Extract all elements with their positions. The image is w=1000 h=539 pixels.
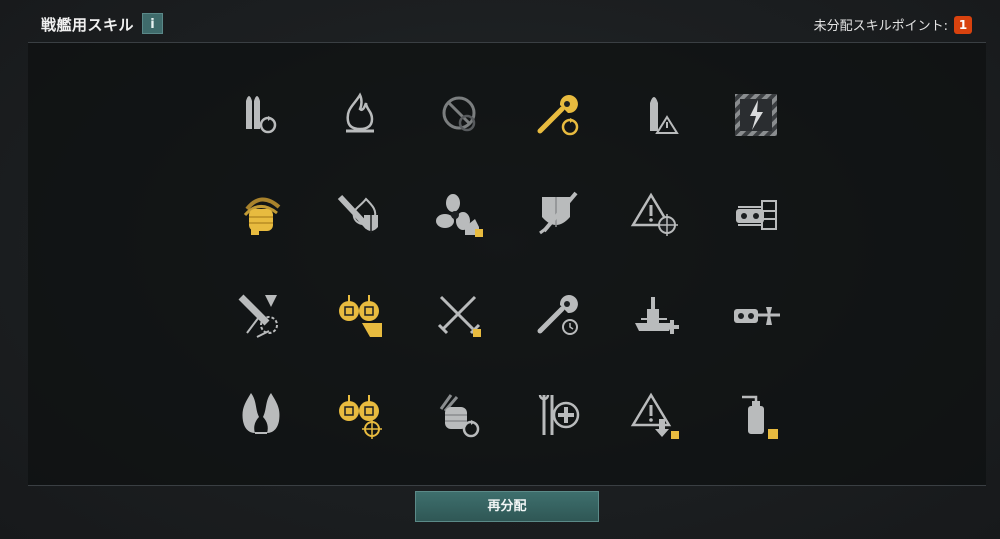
skill-points-badge: 1 xyxy=(954,15,972,34)
grenade-throw-icon xyxy=(243,197,280,235)
info-button[interactable]: i xyxy=(142,13,163,34)
page-title: 戦艦用スキル xyxy=(41,16,135,34)
skill-slot[interactable] xyxy=(211,265,310,365)
turret-armor-icon xyxy=(735,200,777,230)
skill-slot[interactable] xyxy=(310,165,409,265)
fire-icon xyxy=(345,92,374,133)
grenade-reload-icon xyxy=(439,394,479,438)
no-entry-icon xyxy=(442,96,475,132)
header: 戦艦用スキル i 未分配スキルポイント: 1 xyxy=(0,0,1000,44)
skill-points-label: 未分配スキルポイント: xyxy=(813,19,948,34)
skill-slot[interactable] xyxy=(607,265,706,365)
battleship-heal-icon xyxy=(634,297,679,334)
shield-sword-icon xyxy=(538,191,578,235)
extinguisher-icon xyxy=(741,395,778,439)
reset-skills-button[interactable]: 再分配 xyxy=(415,491,599,522)
skill-slot[interactable] xyxy=(508,365,607,465)
skills-screen: 戦艦用スキル i 未分配スキルポイント: 1 再分配 xyxy=(0,0,1000,539)
secondary-guns-icon xyxy=(338,295,382,337)
secondary-guns-crosshair-icon xyxy=(338,395,382,439)
skill-slot[interactable] xyxy=(508,165,607,265)
shell-warning-icon xyxy=(649,97,679,134)
turret-aircraft-icon xyxy=(733,307,780,325)
fire-flames-icon xyxy=(241,393,280,434)
skill-slot[interactable] xyxy=(310,365,409,465)
crossed-swords-icon xyxy=(437,295,481,337)
wrench-repair-icon xyxy=(537,95,578,136)
skill-slot[interactable] xyxy=(607,365,706,465)
skill-slot[interactable] xyxy=(706,165,805,265)
skill-slot[interactable] xyxy=(211,365,310,465)
skill-slot[interactable] xyxy=(508,265,607,365)
skill-slot[interactable] xyxy=(409,165,508,265)
propeller-icon xyxy=(435,194,483,237)
skill-slot[interactable] xyxy=(706,365,805,465)
skill-slot[interactable] xyxy=(409,365,508,465)
skill-slot[interactable] xyxy=(211,165,310,265)
warning-crosshair-icon xyxy=(630,192,678,236)
skill-slot[interactable] xyxy=(607,165,706,265)
skill-slot[interactable] xyxy=(409,265,508,365)
shells-reload-icon xyxy=(245,96,276,134)
skill-slot[interactable] xyxy=(310,65,409,165)
skill-slot[interactable] xyxy=(706,65,805,165)
shell-fire-shield-icon xyxy=(337,194,378,233)
wrench-timer-icon xyxy=(537,295,578,335)
skill-slot[interactable] xyxy=(211,65,310,165)
skill-slot[interactable] xyxy=(310,265,409,365)
shell-explosion-icon xyxy=(238,294,278,338)
skill-slot[interactable] xyxy=(607,65,706,165)
warning-down-icon xyxy=(630,392,679,439)
skill-slot[interactable] xyxy=(409,65,508,165)
lightning-hazard-icon xyxy=(734,94,777,136)
skill-grid xyxy=(211,65,805,465)
skill-slot[interactable] xyxy=(706,265,805,365)
footer-divider xyxy=(28,485,986,486)
skill-points-indicator: 未分配スキルポイント: 1 xyxy=(814,15,972,34)
skill-slot[interactable] xyxy=(508,65,607,165)
tools-heal-icon xyxy=(538,394,579,435)
